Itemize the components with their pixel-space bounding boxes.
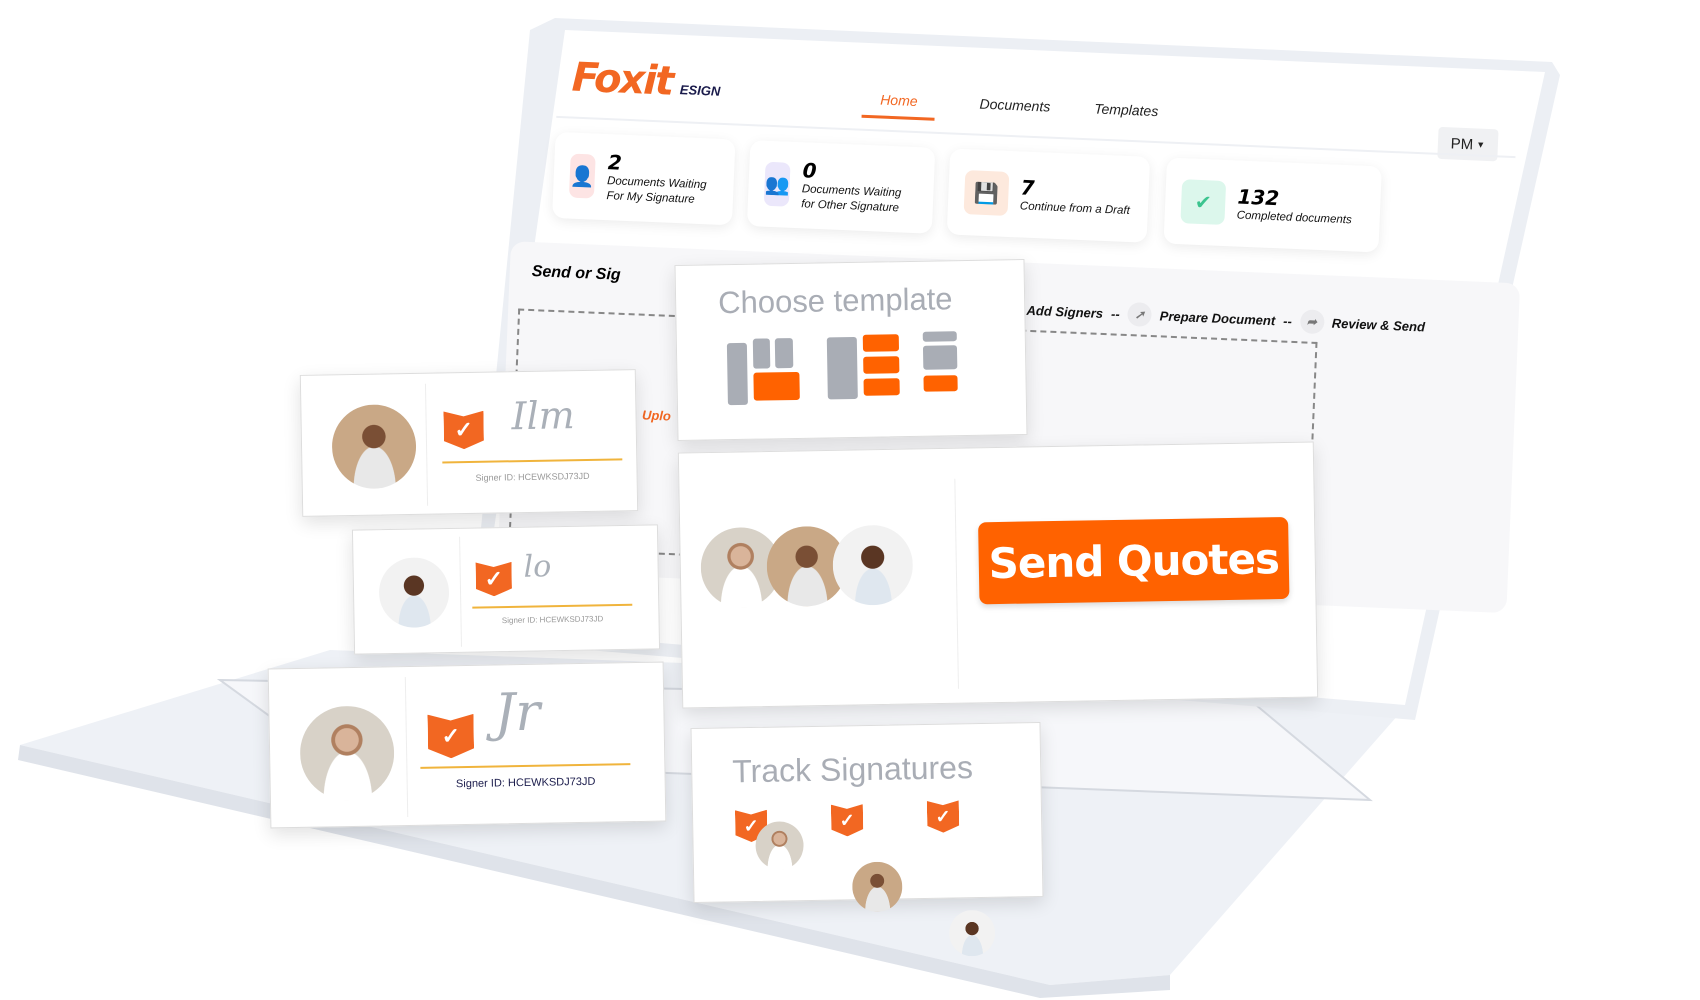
stat-card-completed[interactable]: ✔ 132 Completed documents [1163, 157, 1382, 253]
check-circle-icon: ✔ [1180, 179, 1227, 225]
save-icon: 💾 [963, 170, 1010, 216]
stat-card-waiting-my-signature[interactable]: 👤 2 Documents Waiting For My Signature [552, 131, 736, 226]
verified-shield-icon: ✓ [443, 411, 484, 450]
caret-down-icon: ▼ [1475, 139, 1486, 150]
cursor-icon: ➚ [1127, 302, 1153, 328]
stat-card-drafts[interactable]: 💾 7 Continue from a Draft [946, 148, 1151, 243]
signer-card: ✓ Jr Signer ID: HCEWKSDJ73JD [267, 661, 667, 829]
signer-avatar [832, 524, 914, 606]
users-icon: 👥 [763, 161, 791, 207]
choose-template-title: Choose template [717, 281, 953, 321]
track-signatures-card: Track Signatures ✓ ✓ ✓ [690, 721, 1044, 957]
choose-template-card[interactable]: Choose template [674, 258, 1028, 442]
upload-button[interactable]: Uplo [642, 407, 671, 423]
signer-avatar [755, 821, 804, 870]
nav-templates[interactable]: Templates [1093, 100, 1159, 130]
signature: Ilm [511, 393, 576, 439]
main-nav: Home Documents Templates [861, 90, 1159, 130]
stat-card-waiting-other-signature[interactable]: 👥 0 Documents Waiting for Other Signature [746, 140, 936, 234]
verified-shield-icon: ✓ [831, 804, 864, 837]
send-quotes-button[interactable]: Send Quotes [978, 516, 1290, 605]
signer-avatar [299, 705, 395, 801]
verified-shield-icon: ✓ [927, 800, 960, 833]
verified-shield-icon: ✓ [427, 714, 474, 759]
signature: Jr [493, 682, 541, 744]
signer-avatar [378, 556, 450, 629]
panel-title: Send or Sig [531, 263, 621, 284]
signer-id: Signer ID: HCEWKSDJ73JD [455, 775, 596, 791]
signer-id: Signer ID: HCEWKSDJ73JD [475, 470, 590, 483]
signer-id: Signer ID: HCEWKSDJ73JD [501, 614, 604, 626]
share-icon: ➦ [1299, 309, 1325, 335]
verified-shield-icon: ✓ [476, 562, 513, 597]
nav-home[interactable]: Home [861, 90, 936, 121]
user-icon: 👤 [568, 153, 597, 199]
signer-card: ✓ lo Signer ID: HCEWKSDJ73JD [351, 524, 661, 655]
track-signatures-title: Track Signatures [731, 749, 974, 790]
signer-avatar [331, 403, 417, 490]
send-quotes-card: Send Quotes [677, 441, 1319, 709]
signature: lo [523, 549, 552, 585]
signer-avatar-group [700, 524, 914, 609]
nav-documents[interactable]: Documents [979, 96, 1050, 126]
signer-card: ✓ Ilm Signer ID: HCEWKSDJ73JD [299, 369, 639, 517]
foxit-logo: Foxit ESIGN [570, 54, 721, 105]
